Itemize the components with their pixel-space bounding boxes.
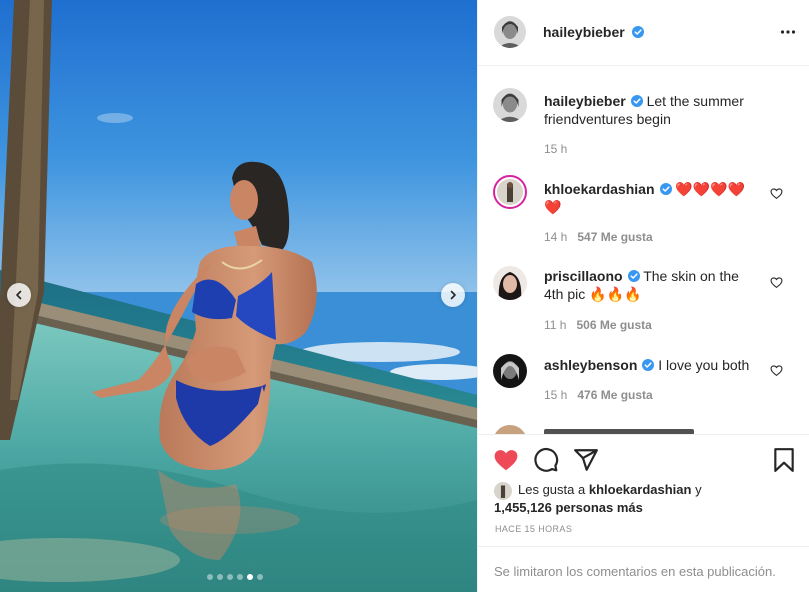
verified-badge-icon — [631, 26, 644, 38]
comment-like-icon[interactable] — [770, 364, 783, 377]
carousel-dot — [227, 574, 233, 580]
comment-time[interactable]: 15 h — [544, 388, 567, 402]
chevron-left-icon — [16, 290, 22, 300]
caption-username[interactable]: haileybieber — [544, 93, 626, 109]
carousel-dot — [207, 574, 213, 580]
carousel-dot — [257, 574, 263, 580]
verified-badge-icon — [627, 270, 640, 282]
comment-meta: 15 h 476 Me gusta — [544, 388, 653, 402]
comment-avatar[interactable] — [493, 354, 527, 388]
comment-bubble-icon[interactable] — [533, 447, 559, 473]
liked-by-prefix: Les gusta a — [518, 482, 586, 497]
verified-badge-icon — [659, 183, 672, 195]
caption-text: haileybieber Let the summer friendventur… — [544, 92, 759, 128]
comment-likes[interactable]: 547 Me gusta — [577, 230, 652, 244]
heart-filled-icon[interactable] — [493, 447, 519, 473]
author-avatar[interactable] — [494, 16, 526, 48]
comment-meta: 11 h 506 Me gusta — [544, 318, 652, 332]
liker-avatar[interactable] — [494, 482, 512, 500]
comment-item: priscillaono The skin on the 4th pic 🔥🔥🔥… — [478, 266, 809, 336]
likes-count[interactable]: 1,455,126 personas más — [494, 500, 643, 515]
comment-meta: 14 h 547 Me gusta — [544, 230, 653, 244]
carousel-indicator — [207, 574, 263, 580]
liked-by-line: Les gusta a khloekardashian y — [494, 481, 794, 499]
chevron-right-icon — [450, 290, 456, 300]
comment-username[interactable]: khloekardashian — [544, 181, 655, 197]
caption-meta: 15 h — [544, 142, 567, 156]
liked-by-joiner: y — [695, 482, 702, 497]
comment-username[interactable]: priscillaono — [544, 268, 623, 284]
caption-time[interactable]: 15 h — [544, 142, 567, 156]
comment-likes[interactable]: 476 Me gusta — [577, 388, 652, 402]
comment-text: priscillaono The skin on the 4th pic 🔥🔥🔥 — [544, 267, 759, 303]
comment-item-partial — [478, 423, 809, 434]
carousel-next-button[interactable] — [441, 283, 465, 307]
comment-body: I love you both — [658, 357, 750, 373]
comments-limited-notice: Se limitaron los comentarios en esta pub… — [478, 546, 809, 592]
carousel-dot — [237, 574, 243, 580]
comment-like-icon[interactable] — [770, 276, 783, 289]
carousel-prev-button[interactable] — [7, 283, 31, 307]
liked-by: Les gusta a khloekardashian y 1,455,126 … — [494, 481, 794, 517]
instagram-post: haileybieber haileybieber Let the summer… — [0, 0, 809, 592]
comment-avatar[interactable] — [493, 175, 527, 209]
verified-badge-icon — [630, 95, 643, 107]
author-username-text[interactable]: haileybieber — [543, 24, 625, 40]
bookmark-icon[interactable] — [771, 447, 797, 473]
comment-avatar[interactable] — [493, 425, 527, 434]
carousel-dot — [217, 574, 223, 580]
post-header: haileybieber — [478, 0, 809, 66]
author-username[interactable]: haileybieber — [543, 24, 644, 40]
caption: haileybieber Let the summer friendventur… — [478, 88, 809, 158]
post-photo[interactable] — [0, 0, 477, 592]
comment-avatar[interactable] — [493, 266, 527, 300]
comments-list[interactable]: haileybieber Let the summer friendventur… — [478, 67, 809, 434]
beach-photo — [0, 0, 477, 592]
comment-likes[interactable]: 506 Me gusta — [576, 318, 651, 332]
comment-time[interactable]: 14 h — [544, 230, 567, 244]
comment-text: ashleybenson I love you both — [544, 356, 759, 374]
post-actions — [478, 434, 809, 484]
comment-like-icon[interactable] — [770, 187, 783, 200]
comment-text: khloekardashian ❤️❤️❤️❤️❤️ — [544, 180, 759, 216]
caption-avatar[interactable] — [493, 88, 527, 122]
comment-item: khloekardashian ❤️❤️❤️❤️❤️ 14 h 547 Me gu… — [478, 175, 809, 245]
comment-item: ashleybenson I love you both 15 h 476 Me … — [478, 354, 809, 424]
more-options-icon[interactable] — [780, 24, 796, 40]
liked-by-user[interactable]: khloekardashian — [589, 482, 692, 497]
comment-username[interactable]: ashleybenson — [544, 357, 637, 373]
carousel-dot-active — [247, 574, 253, 580]
verified-badge-icon — [642, 359, 655, 371]
paper-plane-icon[interactable] — [573, 447, 599, 473]
comment-time[interactable]: 11 h — [544, 318, 566, 332]
post-sidebar: haileybieber haileybieber Let the summer… — [477, 0, 809, 592]
post-timestamp[interactable]: HACE 15 HORAS — [495, 524, 572, 534]
